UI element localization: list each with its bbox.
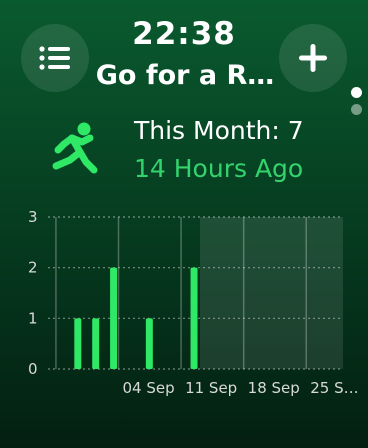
- x-tick-label: 04 Sep: [123, 379, 175, 397]
- chart-bar: [145, 318, 153, 369]
- activity-chart: 0 1 2 3 04 Sep 11 Sep 18 Sep 25 S…: [28, 208, 359, 397]
- chart-bar: [92, 318, 100, 369]
- page-dot-inactive: [351, 104, 362, 115]
- y-tick-label: 3: [28, 208, 38, 226]
- x-tick-label: 11 Sep: [185, 379, 237, 397]
- running-figure-icon: [52, 122, 98, 174]
- last-activity-time: 14 Hours Ago: [134, 154, 304, 183]
- chart-bar: [110, 267, 118, 369]
- add-button[interactable]: [279, 24, 347, 92]
- plus-icon: [299, 44, 327, 72]
- page-title: Go for a R…: [95, 60, 275, 91]
- y-tick-label: 2: [28, 259, 38, 277]
- page-indicator[interactable]: [351, 87, 362, 121]
- chart-bar: [190, 267, 198, 369]
- future-region: [199, 217, 343, 369]
- page-dot-active: [351, 87, 362, 98]
- chart-bar: [74, 318, 82, 369]
- y-tick-label: 0: [28, 360, 38, 378]
- x-tick-label: 18 Sep: [248, 379, 300, 397]
- y-tick-label: 1: [28, 309, 38, 327]
- this-month-count: This Month: 7: [134, 116, 304, 145]
- x-tick-label: 25 S…: [310, 379, 358, 397]
